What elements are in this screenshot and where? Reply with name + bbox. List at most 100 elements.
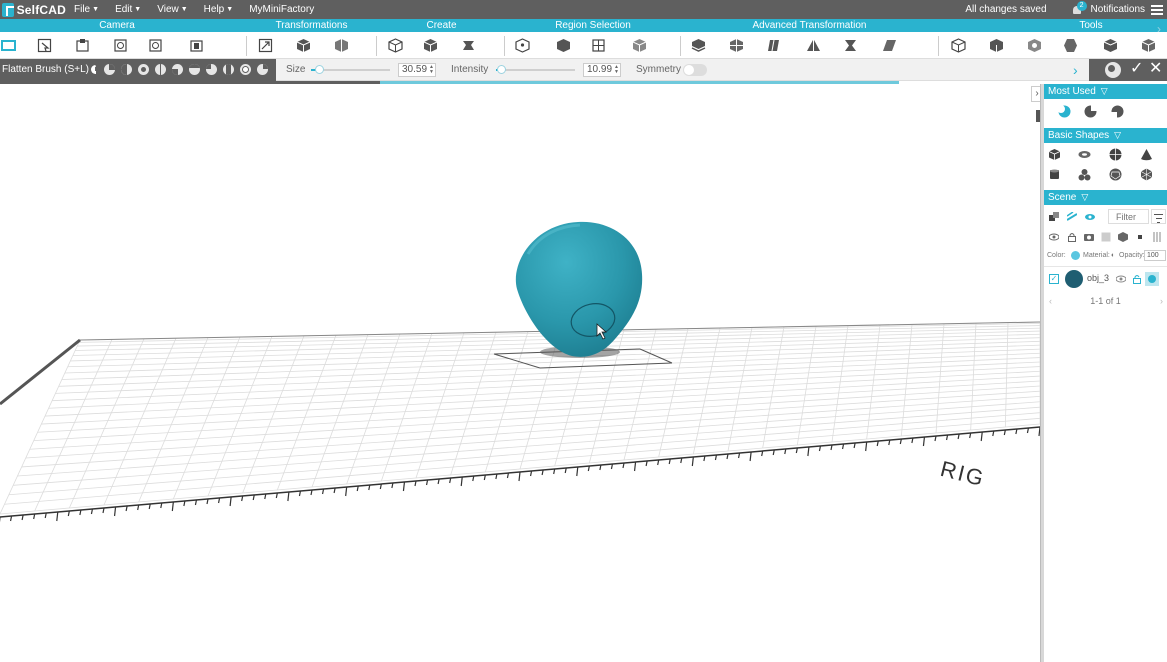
intensity-slider[interactable] <box>496 65 575 74</box>
symmetry-toggle[interactable] <box>683 64 707 76</box>
brush-flatten-icon[interactable] <box>121 64 132 75</box>
menu-myminifactory[interactable]: MyMiniFactory <box>241 0 322 19</box>
scene-object-row[interactable]: ✓ obj_3 <box>1044 269 1167 289</box>
tools-icon-3[interactable] <box>1027 38 1042 53</box>
scale-tool-icon[interactable] <box>296 38 311 53</box>
brush-nudge-icon[interactable] <box>240 64 251 75</box>
most-used-header[interactable]: Most Used ▽ <box>1044 84 1167 99</box>
brush-grab-icon[interactable] <box>206 64 217 75</box>
create-sketch-icon[interactable] <box>388 38 403 53</box>
grid-line <box>623 329 657 461</box>
object-checkbox[interactable]: ✓ <box>1049 274 1059 284</box>
scene-layers-icon[interactable] <box>1066 211 1078 222</box>
size-slider[interactable] <box>311 65 390 74</box>
create-text-icon[interactable] <box>461 38 476 53</box>
3d-viewport[interactable]: RIG <box>0 84 1040 662</box>
spinner-icon[interactable]: ▲ ▼ <box>614 65 619 75</box>
color-swatch[interactable] <box>1071 251 1080 260</box>
menu-help[interactable]: Help ▼ <box>196 0 242 19</box>
toolbar-scroll-right-icon[interactable]: › <box>1157 22 1161 36</box>
intensity-slider-knob[interactable] <box>497 65 506 74</box>
brush-inflate-icon[interactable] <box>138 64 149 75</box>
most-used-sculpt-icon[interactable] <box>1084 105 1097 118</box>
tools-icon-2[interactable] <box>989 38 1004 53</box>
torus-icon[interactable] <box>1078 148 1091 161</box>
brush-paint-icon[interactable] <box>257 64 268 75</box>
size-input[interactable]: 30.59 ▲ ▼ <box>398 63 436 77</box>
camera-focus-icon[interactable] <box>37 38 52 53</box>
tools-icon-1[interactable] <box>951 38 966 53</box>
eye-icon[interactable] <box>1085 212 1095 222</box>
wireframe-icon[interactable] <box>1101 232 1111 242</box>
spheres-icon[interactable] <box>1078 168 1091 181</box>
cone-icon[interactable] <box>1140 148 1153 161</box>
scene-header[interactable]: Scene ▽ <box>1044 190 1167 205</box>
tools-icon-5[interactable] <box>1103 38 1118 53</box>
stretch-icon[interactable] <box>882 38 897 53</box>
brush-pinch-icon[interactable] <box>155 64 166 75</box>
sphere-icon[interactable] <box>1109 148 1122 161</box>
menu-view[interactable]: View ▼ <box>149 0 195 19</box>
geosphere-icon[interactable] <box>1109 168 1122 181</box>
polyhedron-icon[interactable] <box>1140 168 1153 181</box>
brush-crease-icon[interactable] <box>172 64 183 75</box>
camera-screenshot-icon[interactable] <box>189 38 204 53</box>
rotate-tool-icon[interactable] <box>334 38 349 53</box>
object-visibility-icon[interactable] <box>1115 274 1127 284</box>
next-page-icon[interactable]: › <box>1160 295 1163 307</box>
group-objects-icon[interactable] <box>1049 212 1059 222</box>
camera-save-icon[interactable] <box>75 38 90 53</box>
camera-icon[interactable] <box>1084 232 1094 242</box>
cancel-close-icon[interactable]: ✕ <box>1149 60 1162 78</box>
app-logo[interactable]: SelfCAD <box>0 0 66 19</box>
taper-icon[interactable] <box>806 38 821 53</box>
size-slider-knob[interactable] <box>315 65 324 74</box>
brush-clay-icon[interactable] <box>189 64 200 75</box>
filter-options-icon[interactable] <box>1151 209 1166 224</box>
camera-reset-icon[interactable] <box>148 38 163 53</box>
camera-rotate-icon[interactable] <box>113 38 128 53</box>
lock-icon[interactable] <box>1067 232 1077 242</box>
confirm-check-icon[interactable]: ✓ <box>1130 60 1143 78</box>
bend-icon[interactable] <box>767 38 782 53</box>
menu-edit[interactable]: Edit ▼ <box>107 0 149 19</box>
tools-icon-6[interactable] <box>1141 38 1156 53</box>
ruler-tick <box>691 456 694 467</box>
tools-icon-4[interactable] <box>1063 38 1078 53</box>
chevron-right-icon[interactable]: › <box>1073 62 1078 78</box>
intensity-input[interactable]: 10.99 ▲ ▼ <box>583 63 621 77</box>
material-sphere-icon[interactable] <box>1105 62 1121 78</box>
solid-cube-icon[interactable] <box>1118 232 1128 242</box>
point-icon[interactable] <box>1135 232 1145 242</box>
most-used-inflate-icon[interactable] <box>1111 105 1124 118</box>
previous-page-icon[interactable]: ‹ <box>1049 295 1052 307</box>
twist-icon[interactable] <box>843 38 858 53</box>
cube-icon[interactable] <box>1048 148 1061 161</box>
loft-icon[interactable] <box>729 38 744 53</box>
brush-smooth-icon[interactable] <box>104 64 115 75</box>
select-face-icon[interactable] <box>591 38 606 53</box>
select-object-icon[interactable] <box>632 38 647 53</box>
hamburger-menu-icon[interactable] <box>1151 3 1163 17</box>
grid-line <box>207 336 273 497</box>
spinner-icon[interactable]: ▲ ▼ <box>429 65 434 75</box>
select-tool-icon[interactable] <box>1 38 16 53</box>
opacity-input[interactable]: 100 <box>1144 250 1166 261</box>
visibility-eye-icon[interactable] <box>1048 232 1060 242</box>
select-vertex-icon[interactable] <box>515 38 530 53</box>
select-edge-icon[interactable] <box>556 38 571 53</box>
object-lock-icon[interactable] <box>1132 274 1142 284</box>
menu-file[interactable]: File ▼ <box>66 0 107 19</box>
brush-name: Flatten Brush (S+L)i <box>0 59 96 81</box>
brush-twist-icon[interactable] <box>223 64 234 75</box>
columns-icon[interactable] <box>1152 232 1162 242</box>
basic-shapes-header[interactable]: Basic Shapes ▽ <box>1044 128 1167 143</box>
move-tool-icon[interactable] <box>258 38 273 53</box>
create-shape-icon[interactable] <box>423 38 438 53</box>
notifications-button[interactable]: 2 Notifications <box>1071 0 1145 15</box>
most-used-flatten-brush-icon[interactable] <box>1058 105 1071 118</box>
cylinder-icon[interactable] <box>1048 168 1061 181</box>
extrude-icon[interactable] <box>691 38 706 53</box>
object-material-icon[interactable] <box>1145 272 1159 286</box>
scene-filter-input[interactable] <box>1108 209 1149 224</box>
